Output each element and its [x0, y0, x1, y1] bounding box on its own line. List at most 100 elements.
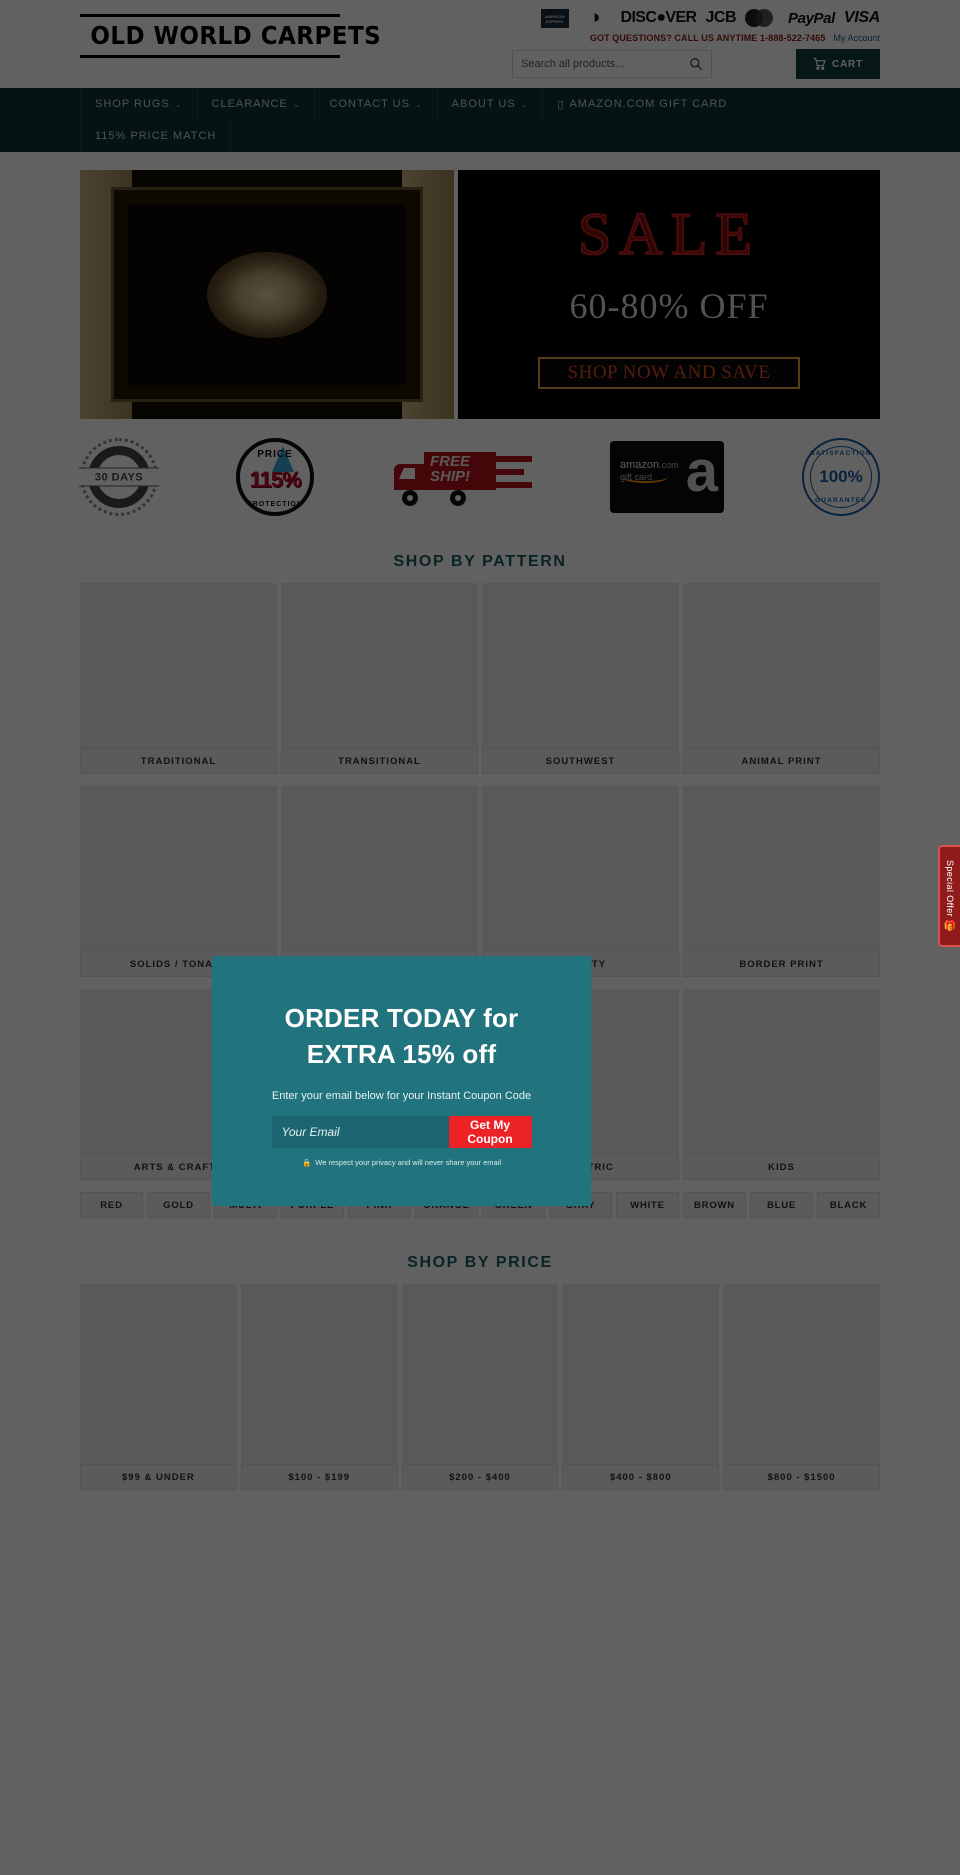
tile-label: $200 - $400: [401, 1464, 559, 1490]
chevron-down-icon: ⌄: [414, 99, 423, 109]
search-input[interactable]: [521, 58, 689, 70]
amazon-a-mark: a: [685, 441, 718, 504]
special-offer-label: Special Offer: [945, 859, 955, 918]
tile-image: [281, 583, 478, 748]
pattern-tile-traditional[interactable]: TRADITIONAL: [80, 583, 277, 774]
speed-line: [490, 456, 532, 462]
tile-image: [80, 786, 277, 951]
modal-privacy-note: 🔒 We respect your privacy and will never…: [302, 1158, 501, 1167]
color-chip-white[interactable]: WHITE: [616, 1192, 679, 1218]
tile-label: $99 & UNDER: [80, 1464, 237, 1490]
special-offer-tab[interactable]: Special Offer 🎁: [938, 845, 960, 947]
nav-item-price-match[interactable]: 115% PRICE MATCH: [80, 120, 232, 152]
pattern-tile-novelty[interactable]: NOVELTY: [482, 786, 679, 977]
tile-label: SOUTHWEST: [482, 748, 679, 774]
logo-rule-bottom: [80, 55, 340, 58]
modal-privacy-text: We respect your privacy and will never s…: [315, 1158, 502, 1167]
my-account-link[interactable]: My Account: [833, 33, 880, 43]
color-chip-brown[interactable]: BROWN: [683, 1192, 746, 1218]
nav-item-shop-rugs[interactable]: SHOP RUGS ⌄: [80, 88, 198, 120]
tile-image: [562, 1284, 720, 1464]
amazon-gift-card-badge[interactable]: amazon.com gift card a: [610, 441, 724, 513]
nav-item-about-us[interactable]: ABOUT US ⌄: [438, 88, 544, 120]
page-root: OLD WORLD CARPETS AMERICAN EXPRESS ◑ DISC…: [0, 0, 960, 1875]
nav-item-clearance[interactable]: CLEARANCE ⌄: [198, 88, 316, 120]
visa-icon: VISA: [843, 9, 880, 26]
rug-medallion: [207, 251, 327, 338]
color-chip-blue[interactable]: BLUE: [750, 1192, 813, 1218]
pattern-grid-row-2: SOLIDS / TONALS STRIPES NOVELTY BORDER P…: [80, 786, 880, 977]
modal-email-input[interactable]: [271, 1116, 449, 1148]
amazon-smile-icon: [622, 471, 668, 483]
speed-line: [496, 482, 532, 488]
nav-label: ABOUT US: [451, 98, 516, 110]
gift-card-icon: ▯: [557, 98, 565, 111]
price-tile-400-800[interactable]: $400 - $800: [562, 1284, 720, 1490]
diners-club-icon: ◑: [588, 7, 601, 28]
nav-label: CONTACT US: [329, 98, 410, 110]
site-header: OLD WORLD CARPETS AMERICAN EXPRESS ◑ DISC…: [0, 0, 960, 88]
paypal-icon: PayPal: [788, 9, 835, 27]
price-grid: $99 & UNDER $100 - $199 $200 - $400 $400…: [80, 1284, 880, 1490]
pattern-tile-kids[interactable]: KIDS: [683, 989, 880, 1180]
nav-item-amazon-gift-card[interactable]: ▯ AMAZON.COM GIFT CARD: [543, 88, 741, 120]
tile-image: [80, 1284, 237, 1464]
pattern-tile-transitional[interactable]: TRANSITIONAL: [281, 583, 478, 774]
jcb-icon: JCB: [705, 9, 737, 26]
main-navigation: SHOP RUGS ⌄ CLEARANCE ⌄ CONTACT US ⌄ ABO…: [0, 88, 960, 152]
cart-icon: [813, 58, 826, 70]
pattern-tile-southwest[interactable]: SOUTHWEST: [482, 583, 679, 774]
search-bar[interactable]: [512, 50, 712, 78]
nav-row-secondary: 115% PRICE MATCH: [80, 120, 880, 152]
sale-discount-text: 60-80% OFF: [569, 286, 769, 326]
tile-image: [482, 786, 679, 951]
nav-label: AMAZON.COM GIFT CARD: [569, 98, 728, 110]
tile-label: TRADITIONAL: [80, 748, 277, 774]
pattern-grid-row-1: TRADITIONAL TRANSITIONAL SOUTHWEST ANIMA…: [80, 583, 880, 774]
contact-phone-text: GOT QUESTIONS? CALL US ANYTIME 1-888-522…: [589, 33, 826, 43]
hero-rug-image[interactable]: [80, 170, 454, 419]
get-my-coupon-button[interactable]: Get My Coupon: [448, 1116, 532, 1148]
cart-button[interactable]: CART: [796, 49, 880, 79]
tile-image: [240, 1284, 398, 1464]
shop-by-price-title: SHOP BY PRICE: [407, 1254, 553, 1271]
tile-label: BORDER PRINT: [683, 951, 880, 977]
color-chip-black[interactable]: BLACK: [817, 1192, 880, 1218]
chevron-down-icon: ⌄: [292, 99, 301, 109]
tile-image: [683, 583, 880, 748]
price-tile-200-400[interactable]: $200 - $400: [401, 1284, 559, 1490]
pattern-tile-stripes[interactable]: STRIPES: [281, 786, 478, 977]
pattern-tile-border-print[interactable]: BORDER PRINT: [683, 786, 880, 977]
tile-image: [683, 786, 880, 951]
tile-label: KIDS: [683, 1154, 880, 1180]
nav-item-contact-us[interactable]: CONTACT US ⌄: [315, 88, 438, 120]
pattern-tile-animal-print[interactable]: ANIMAL PRINT: [683, 583, 880, 774]
color-chip-gold[interactable]: GOLD: [147, 1192, 210, 1218]
hero-banners: SALE 60-80% OFF SHOP NOW AND SAVE: [80, 170, 880, 419]
mastercard-icon: [745, 8, 779, 28]
color-chip-red[interactable]: RED: [80, 1192, 143, 1218]
modal-heading-line2: EXTRA 15% off: [306, 1039, 497, 1069]
hero-sale-banner[interactable]: SALE 60-80% OFF SHOP NOW AND SAVE: [458, 170, 880, 419]
shop-by-pattern-title: SHOP BY PATTERN: [393, 553, 567, 570]
price-tile-100-199[interactable]: $100 - $199: [240, 1284, 398, 1490]
lock-icon: 🔒: [301, 1158, 312, 1167]
tile-image: [401, 1284, 559, 1464]
price-tile-800-1500[interactable]: $800 - $1500: [723, 1284, 880, 1490]
logo-text: OLD WORLD CARPETS: [90, 21, 382, 50]
pattern-tile-solids-tonals[interactable]: SOLIDS / TONALS: [80, 786, 277, 977]
search-icon[interactable]: [689, 57, 703, 71]
free-shipping-badge: FREE SHIP!: [392, 444, 532, 510]
site-logo[interactable]: OLD WORLD CARPETS: [80, 14, 382, 58]
satisfaction-top: SATISFACTION: [810, 450, 872, 457]
gift-icon: 🎁: [943, 921, 957, 933]
satisfaction-guarantee-badge: SATISFACTION 100% GUARANTEE: [802, 438, 880, 516]
price-badge-top: PRICE: [257, 449, 293, 460]
tile-label: $100 - $199: [240, 1464, 398, 1490]
price-tile-99-under[interactable]: $99 & UNDER: [80, 1284, 237, 1490]
nav-label: CLEARANCE: [211, 98, 288, 110]
price-protection-badge: PRICE 115% PROTECTION: [236, 438, 314, 516]
chevron-down-icon: ⌄: [174, 99, 183, 109]
speed-line: [494, 469, 524, 475]
shop-now-button[interactable]: SHOP NOW AND SAVE: [538, 357, 800, 389]
